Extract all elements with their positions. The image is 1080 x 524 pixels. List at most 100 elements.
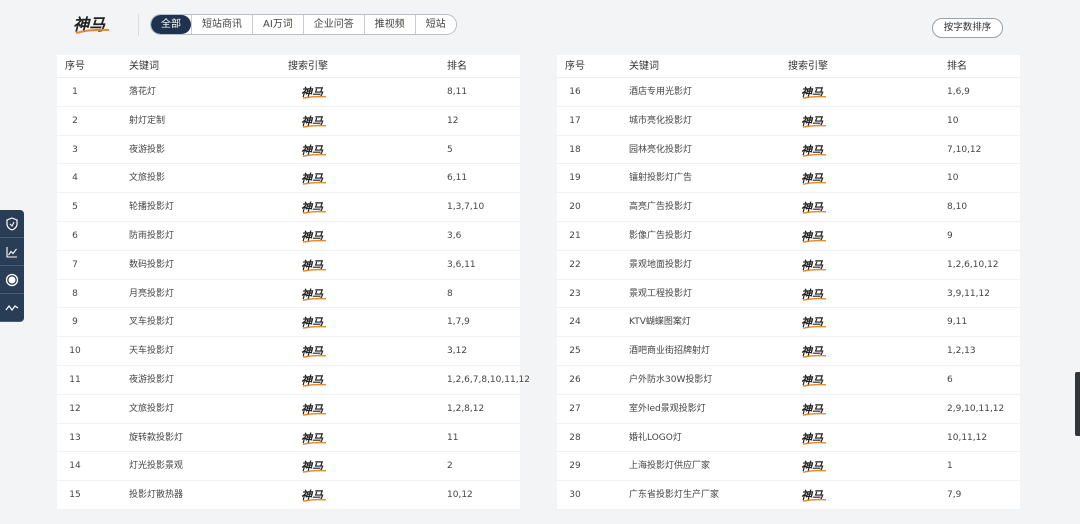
row-keyword: 落花灯	[129, 87, 157, 97]
brand-logo[interactable]: 神马	[72, 13, 112, 37]
row-rank: 6	[947, 374, 953, 385]
row-keyword: 射灯定制	[129, 115, 166, 126]
row-engine: 神马	[801, 315, 827, 330]
shenma-engine-logo: 神马	[801, 374, 827, 387]
table-row[interactable]: 6 防雨投影灯 神马 3,6	[57, 222, 520, 251]
table-row[interactable]: 27 室外led景观投影灯 神马 2,9,10,11,12	[557, 395, 1020, 424]
row-engine: 神马	[301, 171, 327, 186]
table-row[interactable]: 18 园林亮化投影灯 神马 7,10,12	[557, 136, 1020, 165]
row-rank: 6,11	[447, 173, 468, 184]
row-keyword: 灯光投影景观	[129, 461, 184, 472]
tab-1[interactable]: 短站商讯	[191, 15, 252, 34]
table-row[interactable]: 17 城市亮化投影灯 神马 10	[557, 107, 1020, 136]
table-row[interactable]: 12 文旅投影灯 神马 1,2,8,12	[57, 395, 520, 424]
row-keyword: 城市亮化投影灯	[629, 115, 693, 126]
shenma-engine-logo: 神马	[801, 403, 827, 416]
row-rank: 9,11	[947, 317, 968, 328]
table-row[interactable]: 1 落花灯 神马 8,11	[57, 78, 520, 107]
table-row[interactable]: 13 旋转款投影灯 神马 11	[57, 424, 520, 453]
table-row[interactable]: 20 高亮广告投影灯 神马 8,10	[557, 193, 1020, 222]
row-number: 19	[569, 173, 581, 184]
table-row[interactable]: 28 婚礼LOGO灯 神马 10,11,12	[557, 424, 1020, 453]
ranking-table-left: 序号 关键词 搜索引擎 排名 1 落花灯 神马 8,11 2 射灯定制 神马 12 3 夜游投影神…	[57, 55, 530, 510]
table-row[interactable]: 5 轮播投影灯 神马 1,3,7,10	[57, 193, 520, 222]
row-engine: 神马	[301, 488, 327, 503]
row-number: 13	[69, 432, 81, 443]
row-engine: 神马	[301, 229, 327, 244]
sidebar-circle-button[interactable]	[0, 266, 24, 294]
sidebar-trend-button[interactable]	[0, 294, 24, 322]
tab-4[interactable]: 推视频	[363, 15, 415, 34]
table-row[interactable]: 9 叉车投影灯 神马 1,7,9	[57, 308, 520, 338]
row-engine: 神马	[801, 344, 827, 359]
row-keyword: 轮播投影灯	[129, 202, 175, 213]
row-rank: 8,11	[447, 87, 468, 97]
table-row[interactable]: 30 广东省投影灯生产厂家 神马 7,9	[557, 481, 1020, 510]
row-number: 3	[72, 144, 78, 155]
table-row[interactable]: 10 天车投影灯 神马 3,12	[57, 337, 520, 366]
header-rank: 排名	[447, 61, 467, 72]
shenma-engine-logo: 神马	[801, 201, 827, 214]
row-rank: 12	[447, 115, 459, 126]
row-engine: 神马	[301, 85, 327, 100]
header-keyword: 关键词	[129, 61, 159, 72]
table-row[interactable]: 23 景观工程投影灯 神马 3,9,11,12	[557, 280, 1020, 309]
row-engine: 神马	[801, 229, 827, 244]
row-rank: 7,10,12	[947, 144, 982, 155]
table-row[interactable]: 22 景观地面投影灯 神马 1,2,6,10,12	[557, 251, 1020, 280]
sort-by-length-button[interactable]: 按字数排序	[932, 18, 1003, 38]
table-row[interactable]: 19 镭射投影灯广告 神马 10	[557, 164, 1020, 194]
category-tabs: 全部 短站商讯 AI万词 企业问答 推视频 短站	[150, 14, 457, 35]
table-row[interactable]: 8 月亮投影灯 神马 8	[57, 280, 520, 309]
row-rank: 2,9,10,11,12	[947, 403, 1005, 414]
shenma-engine-logo: 神马	[801, 86, 827, 99]
row-number: 24	[569, 317, 581, 328]
row-engine: 神马	[801, 287, 827, 302]
row-keyword: 高亮广告投影灯	[629, 202, 693, 213]
row-rank: 3,12	[447, 346, 468, 357]
row-keyword: 园林亮化投影灯	[629, 144, 693, 155]
sidebar-shield-button[interactable]	[0, 210, 24, 238]
circle-icon	[5, 273, 19, 286]
table-row[interactable]: 26 户外防水30W投影灯 神马 6	[557, 366, 1020, 395]
row-keyword: 数码投影灯	[129, 259, 175, 270]
row-number: 29	[569, 461, 581, 472]
row-rank: 10,12	[447, 490, 473, 501]
row-rank: 3,6	[447, 230, 462, 241]
table-row[interactable]: 15 投影灯散热器 神马 10,12	[57, 481, 520, 510]
shenma-engine-logo: 神马	[301, 374, 327, 387]
table-row[interactable]: 11 夜游投影灯 神马 1,2,6,7,8,10,11,12	[57, 366, 530, 395]
tab-3[interactable]: 企业问答	[302, 15, 364, 34]
table-row[interactable]: 16 酒店专用光影灯 神马 1,6,9	[557, 78, 1020, 107]
table-row[interactable]: 21 影像广告投影灯 神马 9	[557, 222, 1020, 251]
table-row[interactable]: 4 文旅投影 神马 6,11	[57, 164, 520, 194]
row-keyword: KTV蝴蝶图案灯	[629, 317, 691, 328]
table-row[interactable]: 24 KTV蝴蝶图案灯 神马 9,11	[557, 308, 1020, 338]
row-keyword: 防雨投影灯	[129, 230, 175, 241]
table-row[interactable]: 7 数码投影灯 神马 3,6,11	[57, 251, 520, 280]
header-engine: 搜索引擎	[788, 61, 828, 72]
table-row[interactable]: 14 灯光投影景观 神马 2	[57, 452, 520, 482]
row-engine: 神马	[801, 459, 827, 474]
row-engine: 神马	[801, 85, 827, 100]
trend-icon	[5, 304, 19, 311]
table-row[interactable]: 3 夜游投影 神马 5	[57, 136, 520, 165]
tab-0[interactable]: 全部	[151, 15, 191, 34]
tab-2[interactable]: AI万词	[252, 15, 303, 34]
table-row[interactable]: 29 上海投影灯供应厂家 神马 1	[557, 452, 1020, 482]
row-number: 4	[72, 173, 78, 184]
row-number: 25	[569, 346, 581, 357]
tab-5[interactable]: 短站	[414, 15, 456, 34]
shenma-engine-logo: 神马	[301, 172, 327, 185]
sidebar-chart-button[interactable]	[0, 238, 24, 266]
shenma-engine-logo: 神马	[801, 316, 827, 329]
row-number: 18	[569, 144, 581, 155]
table-row[interactable]: 2 射灯定制 神马 12	[57, 107, 520, 136]
shenma-engine-logo: 神马	[801, 432, 827, 445]
scroll-handle[interactable]	[1075, 372, 1080, 436]
shenma-engine-logo: 神马	[301, 230, 327, 243]
row-engine: 神马	[301, 200, 327, 215]
table-row[interactable]: 25 酒吧商业街招牌射灯 神马 1,2,13	[557, 337, 1020, 366]
shenma-engine-logo: 神马	[801, 144, 827, 157]
row-keyword: 户外防水30W投影灯	[629, 374, 713, 385]
